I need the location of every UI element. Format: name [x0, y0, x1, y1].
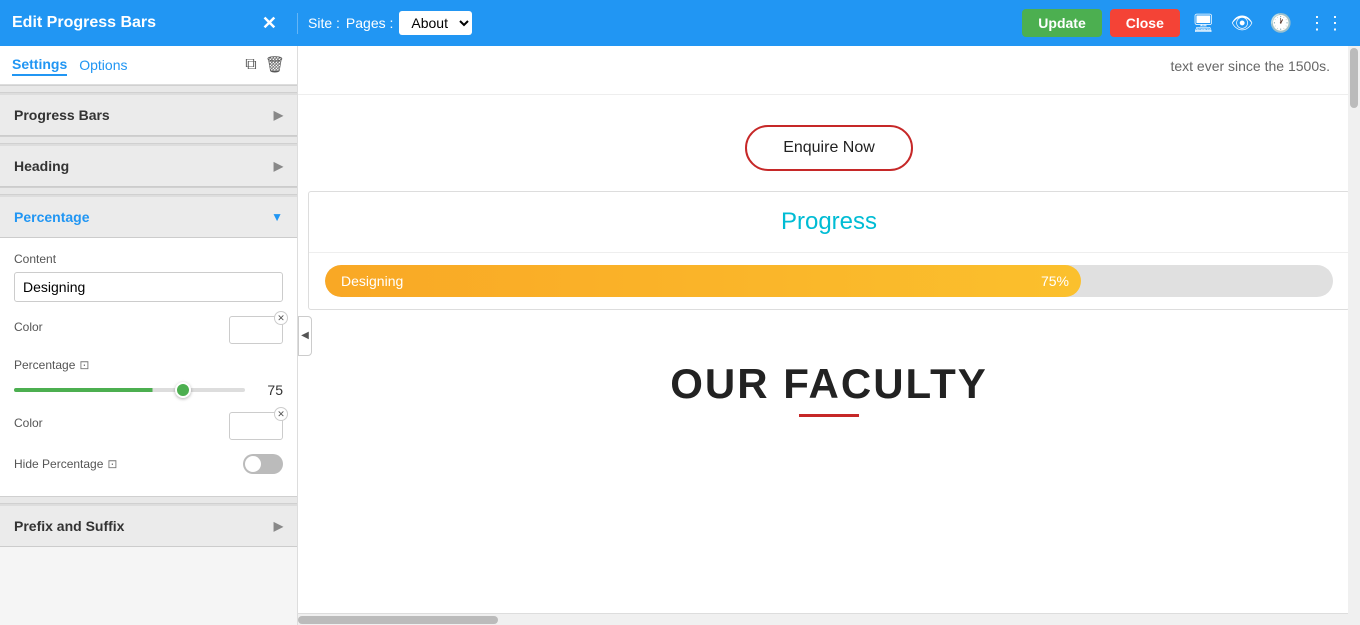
- color-label-2: Color: [14, 416, 43, 430]
- percentage-slider[interactable]: [14, 388, 245, 392]
- pages-select[interactable]: About: [399, 11, 472, 35]
- panel-title-area: Edit Progress Bars ✕: [0, 13, 298, 34]
- separator-4: [0, 496, 297, 504]
- content-input[interactable]: [14, 272, 283, 302]
- panel-tabs: Settings Options ⧉ 🗑: [0, 46, 297, 85]
- progress-bar-label: Designing: [341, 273, 403, 289]
- panel-tab-icons: ⧉ 🗑: [245, 55, 285, 75]
- section-prefix-suffix-label: Prefix and Suffix: [14, 518, 124, 534]
- hide-percentage-label: Hide Percentage ⊡: [14, 457, 117, 471]
- tab-options[interactable]: Options: [79, 55, 127, 75]
- tab-settings[interactable]: Settings: [12, 54, 67, 76]
- right-panel: ◀ text ever since the 1500s. Enquire Now…: [298, 46, 1360, 625]
- progress-section: Progress Designing 75%: [308, 191, 1350, 310]
- hide-percentage-row: Hide Percentage ⊡: [14, 454, 283, 474]
- collapse-arrow[interactable]: ◀: [298, 316, 312, 356]
- close-button[interactable]: Close: [1110, 9, 1180, 37]
- bottom-scrollbar[interactable]: [298, 613, 1348, 625]
- section-percentage[interactable]: Percentage ▼: [0, 195, 297, 238]
- color-clear-2[interactable]: ✕: [274, 407, 288, 421]
- faculty-section: OUR FACULTY: [298, 330, 1360, 447]
- section-progress-bars-label: Progress Bars: [14, 107, 110, 123]
- pages-dropdown[interactable]: About: [399, 11, 472, 35]
- content-label: Content: [14, 252, 283, 266]
- update-button[interactable]: Update: [1022, 9, 1101, 37]
- progress-bar-track: Designing 75%: [325, 265, 1333, 297]
- section-progress-bars[interactable]: Progress Bars ▶: [0, 93, 297, 136]
- copy-icon[interactable]: ⧉: [245, 56, 256, 74]
- progress-bar-percent: 75%: [1041, 273, 1069, 289]
- percentage-row: Percentage ⊡: [14, 358, 283, 372]
- top-bar: Edit Progress Bars ✕ Site : Pages : Abou…: [0, 0, 1360, 46]
- panel-title: Edit Progress Bars: [12, 14, 156, 32]
- color-label-1: Color: [14, 320, 43, 334]
- color-clear-1[interactable]: ✕: [274, 311, 288, 325]
- progress-bar-container: Designing 75%: [309, 253, 1349, 309]
- separator-1: [0, 85, 297, 93]
- percentage-field-label: Percentage ⊡: [14, 358, 89, 372]
- progress-bar-fill: Designing 75%: [325, 265, 1081, 297]
- close-panel-icon[interactable]: ✕: [262, 13, 277, 34]
- prefix-suffix-chevron-icon: ▶: [274, 519, 283, 533]
- percentage-content: Content Color ✕ Percentage ⊡ 75: [0, 238, 297, 496]
- color-picker-2[interactable]: ✕: [229, 412, 283, 440]
- enquire-button[interactable]: Enquire Now: [745, 125, 913, 171]
- left-panel: Settings Options ⧉ 🗑 Progress Bars ▶ Hea…: [0, 46, 298, 625]
- heading-chevron-icon: ▶: [274, 159, 283, 173]
- faculty-title: OUR FACULTY: [670, 360, 988, 417]
- color-row-2: Color ✕: [14, 412, 283, 440]
- enquire-area: Enquire Now: [298, 95, 1360, 191]
- hide-percentage-monitor-icon: ⊡: [107, 457, 117, 471]
- separator-3: [0, 187, 297, 195]
- percentage-chevron-icon: ▼: [271, 210, 283, 224]
- bottom-scrollbar-thumb: [298, 616, 498, 624]
- pages-label: Pages :: [346, 15, 393, 31]
- section-heading[interactable]: Heading ▶: [0, 144, 297, 187]
- history-button[interactable]: 🕐: [1266, 9, 1296, 38]
- section-prefix-suffix[interactable]: Prefix and Suffix ▶: [0, 504, 297, 547]
- tree-button[interactable]: ⋮⋮: [1304, 9, 1348, 38]
- section-heading-label: Heading: [14, 158, 69, 174]
- slider-container: 75: [14, 382, 283, 398]
- site-label: Site :: [308, 15, 340, 31]
- right-scrollbar[interactable]: [1348, 46, 1360, 625]
- percentage-monitor-icon: ⊡: [79, 358, 89, 372]
- top-text-area: text ever since the 1500s.: [298, 46, 1360, 95]
- section-percentage-label: Percentage: [14, 209, 89, 225]
- color-row-1: Color ✕: [14, 316, 283, 344]
- slider-value: 75: [255, 382, 283, 398]
- progress-title: Progress: [309, 192, 1349, 253]
- desktop-view-button[interactable]: 🖥: [1188, 9, 1219, 38]
- site-info: Site : Pages : About: [298, 11, 1022, 35]
- separator-2: [0, 136, 297, 144]
- color-picker-1[interactable]: ✕: [229, 316, 283, 344]
- main-area: Settings Options ⧉ 🗑 Progress Bars ▶ Hea…: [0, 46, 1360, 625]
- content-label-text: Content: [14, 252, 56, 266]
- progress-bars-chevron-icon: ▶: [274, 108, 283, 122]
- top-text: text ever since the 1500s.: [1170, 58, 1330, 74]
- preview-button[interactable]: 👁: [1227, 9, 1258, 38]
- right-scrollbar-thumb: [1350, 48, 1358, 108]
- trash-icon[interactable]: 🗑: [265, 55, 285, 75]
- hide-percentage-toggle[interactable]: [243, 454, 283, 474]
- top-bar-actions: Update Close 🖥 👁 🕐 ⋮⋮: [1022, 9, 1360, 38]
